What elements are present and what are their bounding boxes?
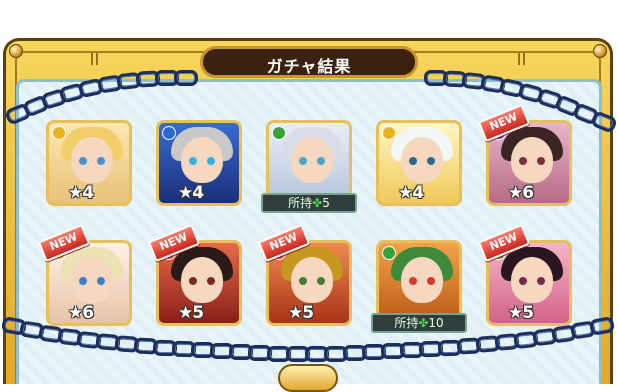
- chain-link-icon: [588, 316, 616, 336]
- owned-count: 10: [428, 316, 444, 330]
- rarity-stars: ★4: [68, 183, 94, 203]
- clover-icon: ✤: [312, 196, 323, 210]
- owned-count-badge: 所持✤10: [371, 313, 467, 333]
- portrait-eye: [537, 277, 545, 285]
- owned-label: 所持: [288, 196, 313, 210]
- portrait-eye: [189, 277, 197, 285]
- portrait-eye: [427, 277, 435, 285]
- portrait-face: [291, 137, 333, 183]
- portrait-eye: [427, 157, 435, 165]
- light-element-icon: [382, 126, 396, 140]
- portrait-eye: [299, 157, 307, 165]
- rarity-stars: ★5: [178, 303, 204, 323]
- portrait-face: [291, 257, 333, 303]
- result-card[interactable]: ★5 NEW: [257, 223, 352, 326]
- portrait-face: [511, 257, 553, 303]
- portrait-eye: [97, 277, 105, 285]
- rarity-stars: ★5: [288, 303, 314, 323]
- rarity-stars: ★5: [508, 303, 534, 323]
- result-card[interactable]: 所持✤5: [261, 120, 357, 213]
- result-card[interactable]: ★4: [376, 120, 462, 206]
- portrait-face: [511, 137, 553, 183]
- portrait-eye: [299, 277, 307, 285]
- portrait-eye: [519, 277, 527, 285]
- portrait-eye: [207, 157, 215, 165]
- wood-element-icon: [272, 126, 286, 140]
- portrait-eye: [409, 277, 417, 285]
- clover-icon: ✤: [418, 316, 429, 330]
- portrait-face: [71, 257, 113, 303]
- chain-link-icon: [174, 70, 198, 86]
- rarity-stars: ★6: [508, 183, 534, 203]
- result-card[interactable]: 所持✤10: [371, 240, 467, 333]
- portrait-face: [401, 137, 443, 183]
- portrait-face: [181, 257, 223, 303]
- portrait-eye: [79, 277, 87, 285]
- result-card[interactable]: ★4: [46, 120, 132, 206]
- owned-label: 所持: [394, 316, 419, 330]
- result-card[interactable]: ★5 NEW: [147, 223, 242, 326]
- portrait-face: [71, 137, 113, 183]
- chain-link-icon: [589, 110, 618, 134]
- result-card[interactable]: ★5 NEW: [477, 223, 572, 326]
- portrait-eye: [79, 157, 87, 165]
- portrait-eye: [189, 157, 197, 165]
- result-card[interactable]: ★6 NEW: [477, 103, 572, 206]
- portrait-eye: [207, 277, 215, 285]
- portrait-eye: [409, 157, 417, 165]
- portrait-eye: [317, 277, 325, 285]
- owned-count-badge: 所持✤5: [261, 193, 357, 213]
- rarity-stars: ★6: [68, 303, 94, 323]
- portrait-face: [181, 137, 223, 183]
- light-element-icon: [52, 126, 66, 140]
- wood-element-icon: [382, 246, 396, 260]
- portrait-eye: [97, 157, 105, 165]
- result-card[interactable]: ★6 NEW: [37, 223, 132, 326]
- rarity-stars: ★4: [398, 183, 424, 203]
- portrait-face: [401, 257, 443, 303]
- portrait-eye: [519, 157, 527, 165]
- medallion-icon: [278, 364, 338, 392]
- owned-count: 5: [322, 196, 330, 210]
- result-card[interactable]: ★4: [156, 120, 242, 206]
- portrait-eye: [537, 157, 545, 165]
- water-element-icon: [162, 126, 176, 140]
- rarity-stars: ★4: [178, 183, 204, 203]
- portrait-eye: [317, 157, 325, 165]
